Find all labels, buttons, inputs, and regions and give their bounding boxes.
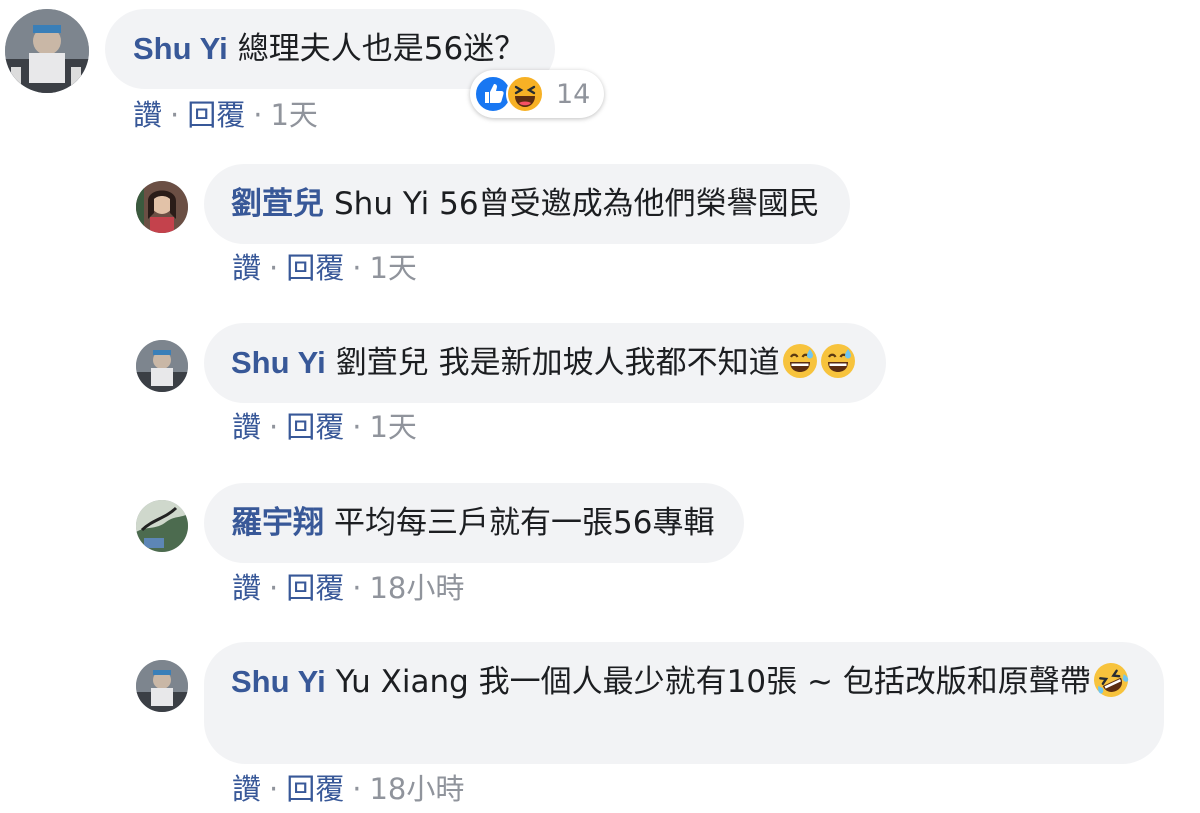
reply-link[interactable]: 回覆 (286, 772, 344, 806)
separator: · (352, 410, 362, 444)
avatar[interactable] (5, 9, 89, 93)
reply-link[interactable]: 回覆 (187, 98, 245, 132)
separator: · (253, 98, 263, 132)
comment-actions: 讚 · 回覆 · 1天 (133, 97, 318, 133)
grinning-sweat-emoji (782, 343, 818, 379)
comment-bubble: 劉萓兒 Shu Yi 56曾受邀成為他們榮譽國民 (204, 164, 850, 244)
timestamp[interactable]: 18小時 (369, 571, 464, 605)
avatar-image-icon (136, 500, 188, 552)
comment-actions: 讚 · 回覆 · 18小時 (232, 771, 464, 807)
separator: · (170, 98, 180, 132)
avatar-image-icon (136, 660, 188, 712)
separator: · (352, 251, 362, 285)
comment-text: 總理夫人也是56迷？ (237, 31, 526, 67)
separator: · (352, 571, 362, 605)
comment-actions: 讚 · 回覆 · 1天 (232, 409, 417, 445)
reply-link[interactable]: 回覆 (286, 410, 344, 444)
author-name[interactable]: 劉萓兒 (231, 186, 324, 221)
timestamp[interactable]: 18小時 (369, 772, 464, 806)
avatar-image-icon (136, 181, 188, 233)
separator: · (352, 772, 362, 806)
timestamp[interactable]: 1天 (369, 410, 416, 444)
comment-actions: 讚 · 回覆 · 18小時 (232, 570, 464, 606)
reaction-count: 14 (556, 78, 591, 110)
like-link[interactable]: 讚 (232, 251, 261, 285)
reply-link[interactable]: 回覆 (286, 251, 344, 285)
author-name[interactable]: Shu Yi (231, 345, 326, 380)
like-link[interactable]: 讚 (232, 410, 261, 444)
comment-bubble: Shu Yi 劉萓兒 我是新加坡人我都不知道 (204, 323, 886, 403)
separator: · (269, 251, 279, 285)
separator: · (269, 772, 279, 806)
comment-text: 我是新加坡人我都不知道 (438, 345, 780, 381)
like-link[interactable]: 讚 (232, 571, 261, 605)
author-name[interactable]: Shu Yi (133, 31, 228, 66)
avatar[interactable] (136, 660, 188, 712)
separator: · (269, 410, 279, 444)
comment-text: 我一個人最少就有10張 ~ 包括改版和原聲帶 (478, 664, 1091, 700)
rolling-laughing-emoji (1093, 662, 1129, 698)
comment-text: 56曾受邀成為他們榮譽國民 (439, 186, 820, 222)
avatar[interactable] (136, 340, 188, 392)
comment-bubble: Shu Yi Yu Xiang 我一個人最少就有10張 ~ 包括改版和原聲帶 (204, 642, 1164, 764)
timestamp[interactable]: 1天 (270, 98, 317, 132)
separator: · (269, 571, 279, 605)
mention[interactable]: Yu Xiang (336, 664, 469, 700)
haha-icon (506, 75, 544, 113)
author-name[interactable]: Shu Yi (231, 664, 326, 699)
reactions-summary[interactable]: 14 (470, 70, 605, 118)
avatar[interactable] (136, 181, 188, 233)
comment-bubble: 羅宇翔 平均每三戶就有一張56專輯 (204, 483, 745, 563)
comment-text: 平均每三戶就有一張56專輯 (334, 505, 715, 541)
grinning-sweat-emoji (820, 343, 856, 379)
like-link[interactable]: 讚 (133, 98, 162, 132)
mention[interactable]: Shu Yi (334, 186, 429, 222)
reply-link[interactable]: 回覆 (286, 571, 344, 605)
like-link[interactable]: 讚 (232, 772, 261, 806)
timestamp[interactable]: 1天 (369, 251, 416, 285)
author-name[interactable]: 羅宇翔 (231, 505, 324, 540)
avatar-image-icon (136, 340, 188, 392)
avatar-image-icon (5, 9, 89, 93)
mention[interactable]: 劉萓兒 (336, 345, 429, 381)
avatar[interactable] (136, 500, 188, 552)
comment-actions: 讚 · 回覆 · 1天 (232, 250, 417, 286)
